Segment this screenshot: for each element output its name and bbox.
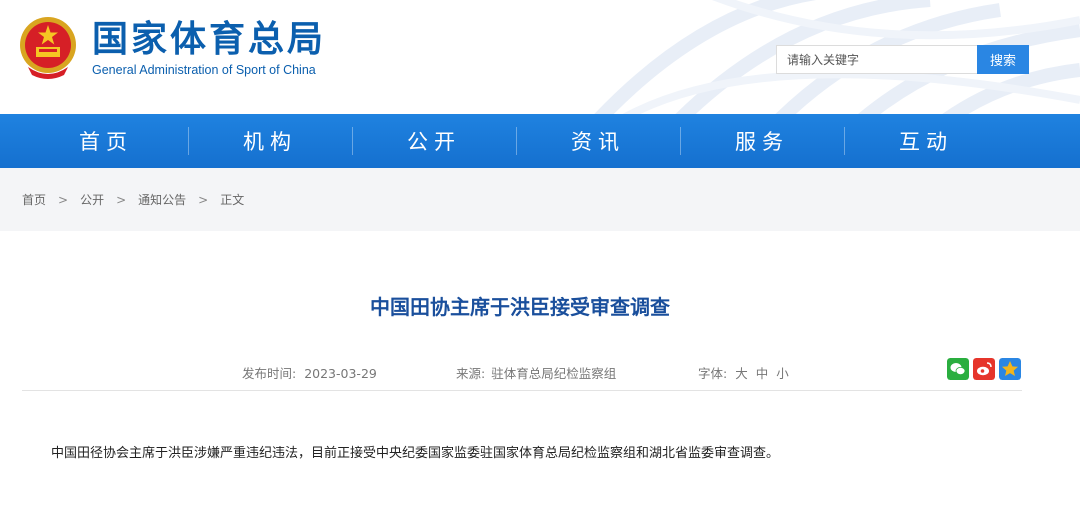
- breadcrumb-separator: >: [198, 192, 209, 207]
- nav-item-label: 资讯: [571, 130, 625, 154]
- nav-item-public[interactable]: 公开: [352, 114, 516, 168]
- breadcrumb-home[interactable]: 首页: [22, 191, 46, 208]
- font-size-medium[interactable]: 中: [756, 366, 769, 381]
- breadcrumb: 首页 > 公开 > 通知公告 > 正文: [0, 168, 1080, 231]
- nav-item-news[interactable]: 资讯: [516, 114, 680, 168]
- qzone-icon[interactable]: [999, 358, 1021, 380]
- nav-divider: [352, 127, 353, 155]
- nav-divider: [516, 127, 517, 155]
- article-body: 中国田径协会主席于洪臣涉嫌严重违纪违法，目前正接受中央纪委国家监委驻国家体育总局…: [51, 446, 780, 461]
- nav-item-label: 机构: [243, 130, 297, 154]
- nav-item-label: 互动: [899, 130, 953, 154]
- wechat-icon[interactable]: [947, 358, 969, 380]
- site-name[interactable]: 国家体育总局: [92, 20, 326, 60]
- breadcrumb-public[interactable]: 公开: [80, 191, 104, 208]
- nav-divider: [680, 127, 681, 155]
- publish-label: 发布时间:: [242, 366, 297, 381]
- weibo-icon[interactable]: [973, 358, 995, 380]
- article-meta: 发布时间: 2023-03-29 来源: 驻体育总局纪检监察组 字体: 大 中 …: [22, 355, 1022, 391]
- publish-date: 发布时间: 2023-03-29: [242, 363, 377, 382]
- breadcrumb-notices[interactable]: 通知公告: [138, 191, 186, 208]
- nav-item-label: 首页: [79, 130, 133, 154]
- font-size-control: 字体: 大 中 小: [698, 363, 789, 382]
- main-nav: 首页 机构 公开 资讯 服务 互动: [0, 114, 1080, 168]
- article-source: 来源: 驻体育总局纪检监察组: [456, 363, 616, 382]
- search-input[interactable]: [776, 45, 977, 74]
- site-header: 国家体育总局 General Administration of Sport o…: [0, 0, 1080, 114]
- font-label: 字体:: [698, 366, 728, 381]
- source-label: 来源:: [456, 366, 486, 381]
- search-button[interactable]: 搜索: [977, 45, 1029, 74]
- nav-divider: [844, 127, 845, 155]
- breadcrumb-separator: >: [116, 192, 127, 207]
- nav-item-label: 服务: [735, 130, 789, 154]
- breadcrumb-current: 正文: [220, 193, 245, 207]
- font-size-small[interactable]: 小: [776, 366, 789, 381]
- article-title: 中国田协主席于洪臣接受审查调查: [370, 295, 670, 319]
- source-value: 驻体育总局纪检监察组: [491, 366, 617, 381]
- publish-date-value: 2023-03-29: [304, 366, 377, 381]
- nav-divider: [188, 127, 189, 155]
- nav-item-organization[interactable]: 机构: [188, 114, 352, 168]
- nav-item-interaction[interactable]: 互动: [844, 114, 1008, 168]
- nav-item-label: 公开: [407, 130, 461, 154]
- nav-item-home[interactable]: 首页: [24, 114, 188, 168]
- nav-item-services[interactable]: 服务: [680, 114, 844, 168]
- search-box: 搜索: [776, 45, 1029, 74]
- national-emblem-logo[interactable]: [18, 15, 78, 79]
- font-size-large[interactable]: 大: [735, 366, 748, 381]
- site-name-english: General Administration of Sport of China: [92, 63, 316, 77]
- breadcrumb-separator: >: [58, 192, 69, 207]
